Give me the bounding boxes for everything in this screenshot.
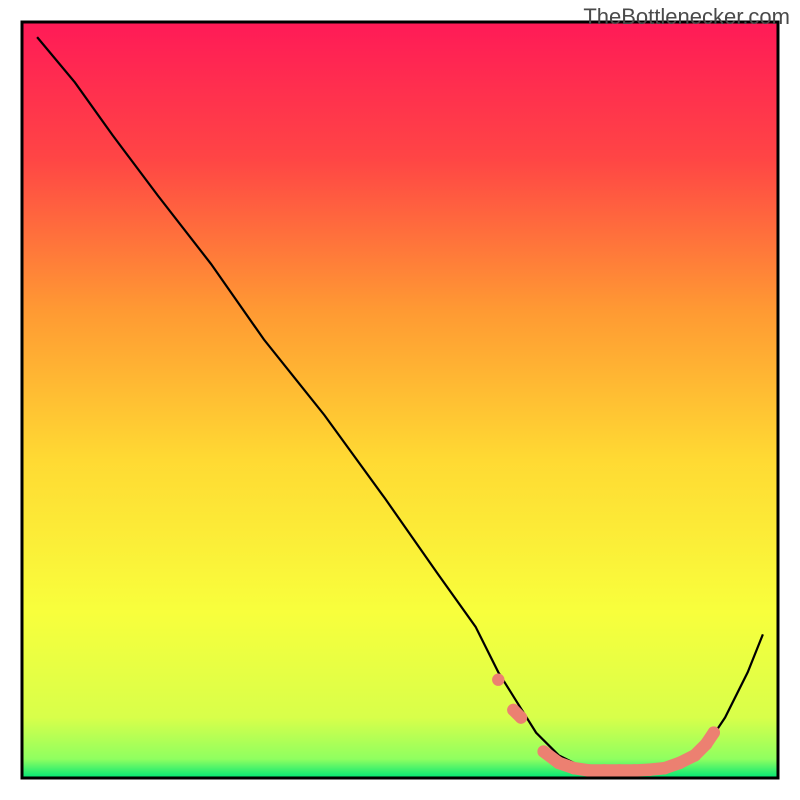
- plot-background: [22, 22, 778, 778]
- watermark-text: TheBottlenecker.com: [583, 4, 790, 30]
- highlight-dot: [492, 674, 504, 686]
- highlight-dot: [515, 711, 527, 723]
- bottleneck-chart: [0, 0, 800, 800]
- chart-container: TheBottlenecker.com: [0, 0, 800, 800]
- highlight-dot: [708, 726, 720, 738]
